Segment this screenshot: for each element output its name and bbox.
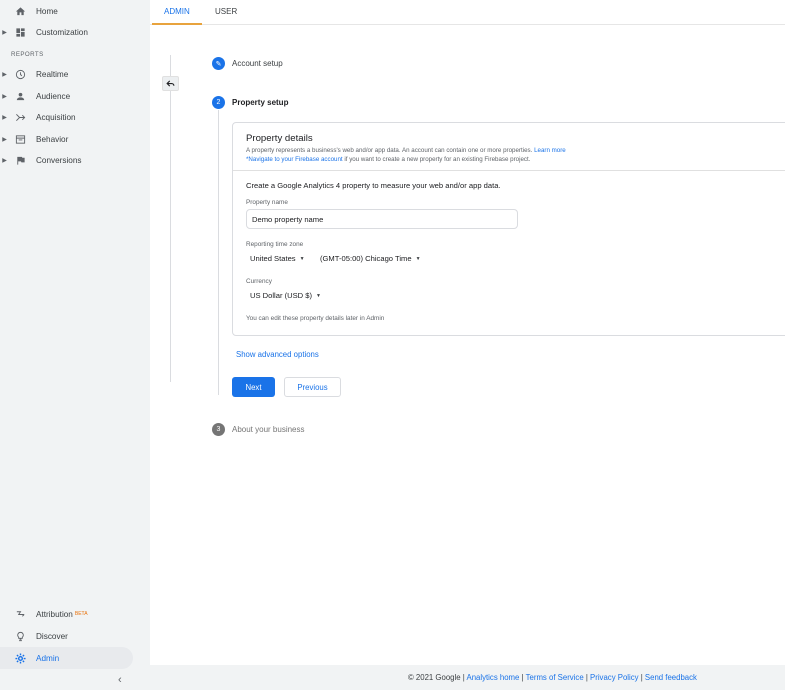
lightbulb-icon — [13, 629, 27, 643]
back-arrow-icon — [166, 77, 175, 91]
nav-discover[interactable]: Discover — [0, 625, 150, 647]
nav-customization[interactable]: ▶ Customization — [0, 21, 150, 43]
currency-select[interactable]: US Dollar (USD $) ▼ — [250, 291, 321, 300]
dropdown-arrow-icon: ▼ — [299, 255, 305, 262]
card-description: A property represents a business's web a… — [246, 146, 566, 164]
currency-value: US Dollar (USD $) — [250, 291, 313, 300]
beta-badge: BETA — [74, 611, 88, 617]
nav-realtime[interactable]: ▶ Realtime — [0, 63, 150, 85]
flag-icon — [13, 153, 27, 167]
expand-caret-icon: ▶ — [2, 157, 7, 164]
edit-later-hint: You can edit these property details late… — [246, 315, 385, 322]
dropdown-arrow-icon: ▼ — [415, 255, 421, 262]
active-tab-indicator — [152, 23, 202, 25]
terms-link[interactable]: Terms of Service — [526, 673, 584, 682]
footer-links: © 2021 Google | Analytics home | Terms o… — [408, 673, 697, 682]
next-button[interactable]: Next — [232, 377, 275, 397]
dashboard-icon — [13, 25, 27, 39]
timezone-select[interactable]: (GMT-05:00) Chicago Time ▼ — [320, 254, 421, 263]
nav-admin[interactable]: Admin — [0, 647, 133, 669]
nav-behavior[interactable]: ▶ Behavior — [0, 128, 150, 150]
expand-caret-icon: ▶ — [2, 93, 7, 100]
currency-label: Currency — [246, 278, 272, 285]
nav-realtime-label: Realtime — [36, 69, 69, 79]
analytics-home-link[interactable]: Analytics home — [467, 673, 520, 682]
property-name-label: Property name — [246, 199, 288, 206]
nav-acquisition-label: Acquisition — [36, 112, 76, 122]
nav-customization-label: Customization — [36, 27, 88, 37]
expand-caret-icon: ▶ — [2, 71, 7, 78]
nav-attribution[interactable]: Attribution BETA — [0, 603, 150, 625]
learn-more-link[interactable]: Learn more — [534, 147, 566, 154]
step-1-edit-icon[interactable]: ✎ — [212, 57, 225, 70]
tab-admin[interactable]: ADMIN — [164, 7, 190, 16]
property-name-input[interactable]: Demo property name — [246, 209, 518, 229]
collapse-sidebar-icon[interactable]: ‹ — [118, 674, 122, 686]
expand-caret-icon: ▶ — [2, 136, 7, 143]
step-2-label: Property setup — [232, 98, 289, 107]
dropdown-arrow-icon: ▼ — [316, 292, 321, 299]
step-3-number: 3 — [212, 423, 225, 436]
timezone-label: Reporting time zone — [246, 241, 304, 248]
acquisition-icon — [13, 110, 27, 124]
step-2-number: 2 — [212, 96, 225, 109]
card-header: Property details A property represents a… — [233, 123, 785, 171]
attribution-icon — [13, 607, 27, 621]
nav-audience-label: Audience — [36, 91, 71, 101]
tab-bar: ADMIN USER — [150, 0, 785, 25]
main-panel: ADMIN USER ✎ Account setup 2 Property se… — [150, 0, 785, 665]
nav-conversions-label: Conversions — [36, 155, 82, 165]
timezone-value: (GMT-05:00) Chicago Time — [320, 254, 412, 263]
expand-caret-icon: ▶ — [2, 114, 7, 121]
sidebar: Home ▶ Customization REPORTS ▶ Realtime … — [0, 0, 150, 690]
show-advanced-options-link[interactable]: Show advanced options — [236, 350, 319, 359]
desc-line1: A property represents a business's web a… — [246, 147, 533, 154]
feedback-link[interactable]: Send feedback — [645, 673, 697, 682]
nav-audience[interactable]: ▶ Audience — [0, 85, 150, 107]
nav-admin-label: Admin — [36, 653, 60, 663]
footer: © 2021 Google | Analytics home | Terms o… — [150, 665, 785, 690]
copyright: © 2021 Google — [408, 673, 461, 682]
step-1-label[interactable]: Account setup — [232, 59, 283, 68]
tab-user[interactable]: USER — [215, 7, 237, 16]
reports-header: REPORTS — [11, 51, 44, 58]
country-select[interactable]: United States ▼ — [250, 254, 305, 263]
back-button[interactable] — [162, 76, 179, 91]
step-3-label: About your business — [232, 425, 305, 434]
behavior-icon — [13, 132, 27, 146]
country-value: United States — [250, 254, 296, 263]
ga4-intro-text: Create a Google Analytics 4 property to … — [246, 181, 501, 190]
home-icon — [13, 4, 27, 18]
divider-line — [170, 55, 171, 382]
nav-home-label: Home — [36, 6, 58, 16]
desc-line2: if you want to create a new property for… — [342, 156, 531, 163]
nav-conversions[interactable]: ▶ Conversions — [0, 149, 150, 171]
card-title: Property details — [246, 133, 313, 144]
nav-acquisition[interactable]: ▶ Acquisition — [0, 106, 150, 128]
clock-icon — [13, 67, 27, 81]
gear-icon — [13, 651, 27, 665]
privacy-link[interactable]: Privacy Policy — [590, 673, 639, 682]
nav-attribution-label: Attribution — [36, 609, 73, 619]
previous-button[interactable]: Previous — [284, 377, 341, 397]
expand-caret-icon: ▶ — [2, 29, 7, 36]
firebase-link[interactable]: *Navigate to your Firebase account — [246, 156, 343, 163]
nav-home[interactable]: Home — [0, 0, 150, 22]
person-icon — [13, 89, 27, 103]
property-details-card: Property details A property represents a… — [232, 122, 785, 336]
nav-behavior-label: Behavior — [36, 134, 69, 144]
stepper-line — [218, 110, 219, 395]
nav-discover-label: Discover — [36, 631, 68, 641]
